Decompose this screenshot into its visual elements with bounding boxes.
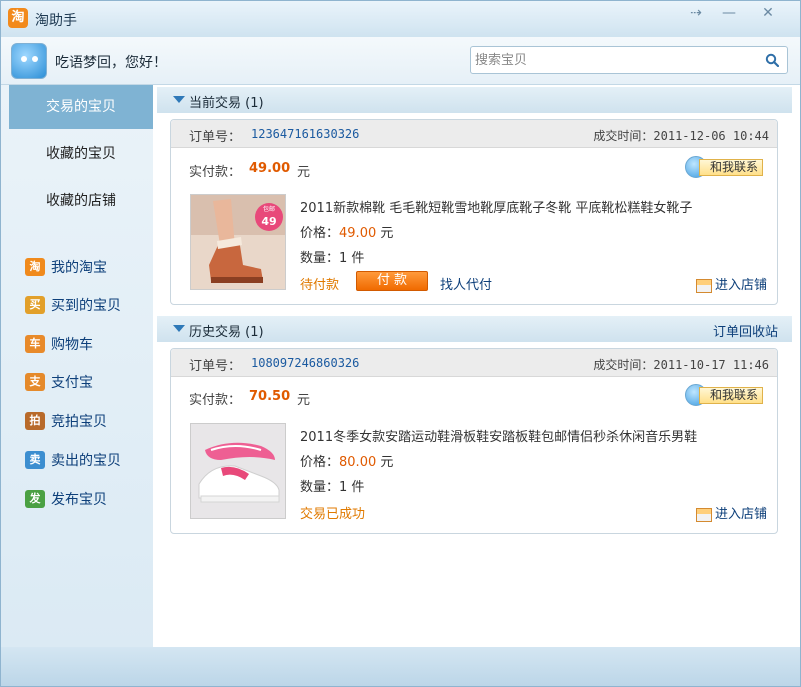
user-bar: 吃语梦回，您好！ [1, 37, 800, 85]
publish-icon: 发 [25, 490, 45, 508]
product-thumbnail[interactable]: 包邮 49 [190, 194, 286, 290]
svg-text:49: 49 [261, 215, 276, 228]
currency-label: 元 [297, 165, 311, 180]
deal-time: 成交时间：2011-12-06 10:44 [593, 129, 769, 143]
cart-icon: 车 [25, 335, 45, 353]
search-box [470, 46, 788, 74]
app-title: 淘助手 [35, 13, 77, 29]
bottom-bar [1, 647, 800, 686]
sidebar: 交易的宝贝 收藏的宝贝 收藏的店铺 淘我的淘宝 买买到的宝贝 车购物车 支支付宝… [1, 85, 153, 647]
close-button[interactable]: ✕ [757, 5, 779, 21]
shop-icon [695, 507, 712, 522]
enter-shop-link[interactable]: 进入店铺 [695, 274, 767, 293]
taobao-icon: 淘 [25, 258, 45, 276]
paid-amount: 49.00 [249, 161, 291, 176]
alipay-icon: 支 [25, 373, 45, 391]
deal-time: 成交时间：2011-10-17 11:46 [593, 358, 769, 372]
paid-label: 实付款： [189, 165, 242, 180]
order-status: 交易已成功 [300, 507, 366, 522]
greeting-text: 吃语梦回，您好！ [55, 55, 167, 71]
enter-shop-link[interactable]: 进入店铺 [695, 503, 767, 522]
contact-seller-button[interactable]: 和我联系 [685, 156, 769, 178]
link-sold-items[interactable]: 卖卖出的宝贝 [25, 450, 121, 472]
tab-favorite-shops[interactable]: 收藏的店铺 [9, 179, 153, 223]
order-card-top: 订单号： 108097246860326 成交时间：2011-10-17 11:… [171, 349, 777, 377]
link-bought-items[interactable]: 买买到的宝贝 [25, 295, 121, 317]
link-my-taobao[interactable]: 淘我的淘宝 [25, 257, 107, 279]
order-card-history: 订单号： 108097246860326 成交时间：2011-10-17 11:… [170, 348, 778, 534]
product-thumbnail[interactable] [190, 423, 286, 519]
link-cart[interactable]: 车购物车 [25, 334, 93, 356]
search-input[interactable] [475, 50, 755, 70]
order-status: 待付款 [300, 278, 340, 293]
order-no-label: 订单号： [189, 359, 242, 374]
product-qty: 数量：1 件 [300, 251, 365, 266]
proxy-pay-link[interactable]: 找人代付 [440, 274, 492, 293]
avatar[interactable] [11, 43, 47, 79]
title-bar: 淘 淘助手 ⇢ — ✕ [1, 1, 800, 37]
svg-text:包邮: 包邮 [263, 205, 275, 213]
order-recycle-link[interactable]: 订单回收站 [713, 321, 778, 340]
order-number[interactable]: 108097246860326 [251, 356, 359, 370]
section-title: 历史交易 (1) [189, 325, 264, 340]
product-qty: 数量：1 件 [300, 480, 365, 495]
product-price: 价格：49.00 元 [300, 226, 394, 241]
sold-items-icon: 卖 [25, 451, 45, 469]
shop-icon [695, 278, 712, 293]
history-trades-header[interactable]: 历史交易 (1) 订单回收站 [157, 316, 792, 342]
app-window: 淘 淘助手 ⇢ — ✕ 吃语梦回，您好！ 交易的宝贝 收藏的宝贝 收藏的店铺 淘… [0, 0, 801, 687]
tab-favorite-items[interactable]: 收藏的宝贝 [9, 132, 153, 176]
app-logo-icon: 淘 [8, 8, 28, 28]
auction-icon: 拍 [25, 412, 45, 430]
product-title[interactable]: 2011新款棉靴 毛毛靴短靴雪地靴厚底靴子冬靴 平底靴松糕鞋女靴子 [300, 197, 692, 216]
search-icon[interactable] [765, 53, 779, 67]
order-card-current: 订单号： 123647161630326 成交时间：2011-12-06 10:… [170, 119, 778, 305]
pay-button[interactable]: 付 款 [356, 271, 428, 291]
currency-label: 元 [297, 393, 311, 408]
section-title: 当前交易 (1) [189, 96, 264, 111]
minimize-button[interactable]: — [718, 5, 740, 21]
tab-traded-items[interactable]: 交易的宝贝 [9, 85, 153, 129]
pin-button[interactable]: ⇢ [685, 5, 707, 21]
contact-seller-button[interactable]: 和我联系 [685, 384, 769, 406]
collapse-triangle-icon [173, 96, 185, 103]
link-publish[interactable]: 发发布宝贝 [25, 489, 107, 511]
link-alipay[interactable]: 支支付宝 [25, 372, 93, 394]
paid-amount: 70.50 [249, 389, 291, 404]
product-title[interactable]: 2011冬季女款安踏运动鞋滑板鞋安踏板鞋包邮情侣秒杀休闲音乐男鞋 [300, 426, 697, 445]
link-auction[interactable]: 拍竞拍宝贝 [25, 411, 107, 433]
product-price: 价格：80.00 元 [300, 455, 394, 470]
bought-items-icon: 买 [25, 296, 45, 314]
order-card-top: 订单号： 123647161630326 成交时间：2011-12-06 10:… [171, 120, 777, 148]
order-number[interactable]: 123647161630326 [251, 127, 359, 141]
current-trades-header[interactable]: 当前交易 (1) [157, 87, 792, 113]
order-no-label: 订单号： [189, 130, 242, 145]
main-panel: 当前交易 (1) 订单号： 123647161630326 成交时间：2011-… [153, 85, 800, 647]
collapse-triangle-icon [173, 325, 185, 332]
paid-label: 实付款： [189, 393, 242, 408]
